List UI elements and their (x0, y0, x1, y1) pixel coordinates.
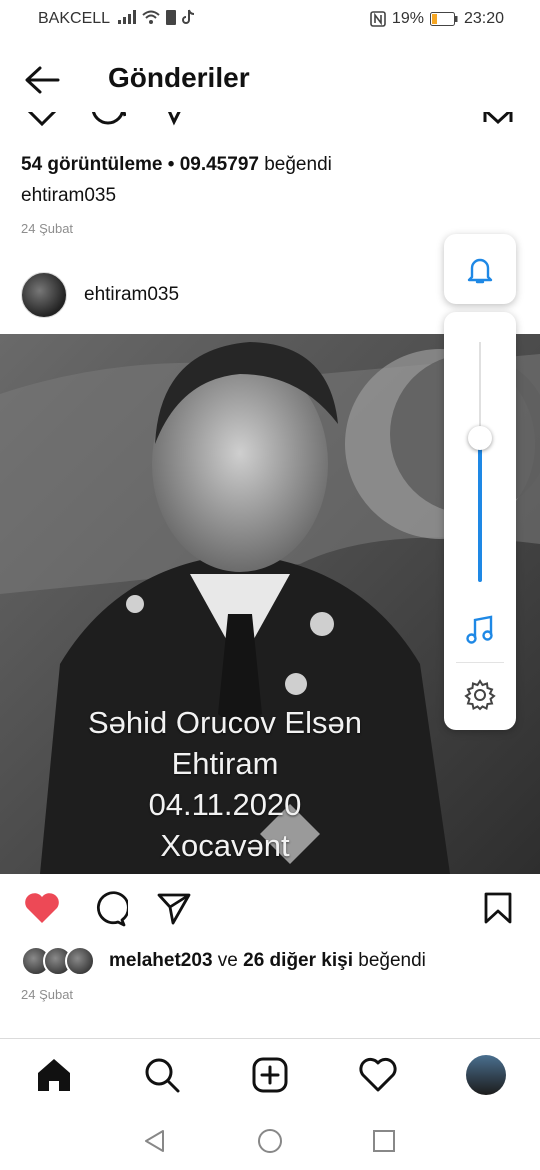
post-actions (0, 886, 540, 932)
liked-by-user[interactable]: melahet203 (109, 950, 213, 972)
liked-by-connector: ve (212, 950, 244, 971)
carrier-label: BAKCELL (38, 10, 111, 27)
liked-by-suffix: beğendi (352, 950, 426, 971)
liker-avatar-3 (65, 946, 95, 976)
top-header: Gönderiler (0, 52, 540, 108)
battery-icon (429, 12, 458, 26)
likes-count[interactable]: 09.45797 (180, 154, 259, 175)
activity-heart-icon[interactable] (358, 1055, 398, 1095)
nfc-icon (370, 11, 386, 27)
previous-post-caption-user[interactable]: ehtiram035 (21, 185, 116, 207)
new-post-icon[interactable] (250, 1055, 290, 1095)
heart-icon[interactable] (24, 112, 60, 134)
recents-square-icon[interactable] (372, 1129, 396, 1153)
avatar[interactable] (21, 272, 67, 318)
heart-filled-icon[interactable] (23, 890, 61, 926)
sim-alert-icon (166, 10, 176, 25)
tiktok-icon (182, 9, 195, 24)
clock: 23:20 (463, 10, 504, 27)
status-icons-right: 19% 23:20 (370, 10, 504, 28)
views-separator: • (162, 154, 180, 175)
previous-post-actions (0, 112, 540, 136)
share-icon[interactable] (164, 112, 188, 130)
likes-suffix: beğendi (258, 154, 332, 175)
comment-icon[interactable] (90, 890, 128, 928)
home-circle-icon[interactable] (257, 1128, 283, 1154)
previous-post-date: 24 Şubat (21, 221, 74, 236)
image-text-line2: Ehtiram (171, 746, 279, 781)
share-send-icon[interactable] (156, 892, 192, 926)
comment-icon[interactable] (90, 112, 126, 132)
bottom-nav (0, 1038, 540, 1115)
volume-panel (444, 312, 516, 730)
profile-avatar[interactable] (466, 1055, 506, 1095)
status-icons-left (118, 9, 196, 25)
views-count: 54 görüntüleme (21, 154, 163, 175)
bookmark-icon[interactable] (482, 891, 514, 925)
bookmark-icon[interactable] (482, 112, 514, 132)
ringer-mode-button[interactable] (444, 234, 516, 304)
image-text-line3: 04.11.2020 (148, 787, 302, 822)
music-note-icon[interactable] (465, 614, 495, 646)
back-arrow-icon[interactable] (22, 64, 62, 96)
image-text-line1: Səhid Orucov Elsən (88, 705, 362, 740)
page-title: Gönderiler (108, 62, 250, 93)
post-username[interactable]: ehtiram035 (84, 284, 179, 306)
bell-icon (467, 258, 493, 284)
system-nav-bar (0, 1114, 540, 1170)
image-text-line4: Xocavənt (160, 828, 290, 863)
home-icon[interactable] (34, 1055, 74, 1095)
volume-panel-divider (456, 662, 504, 663)
liked-by-others[interactable]: 26 diğer kişi (243, 950, 353, 972)
battery-percent: 19% (391, 10, 424, 27)
previous-post-views: 54 görüntüleme • 09.45797 beğendi (21, 154, 332, 176)
back-triangle-icon[interactable] (142, 1128, 168, 1154)
search-icon[interactable] (142, 1055, 182, 1095)
wifi-icon (142, 10, 160, 24)
settings-gear-icon[interactable] (464, 679, 496, 711)
volume-track-fill (478, 438, 482, 582)
volume-slider-thumb[interactable] (468, 426, 492, 450)
signal-icon (118, 10, 136, 24)
status-bar: BAKCELL 19% 23:20 (0, 0, 540, 38)
post-date: 24 Şubat (21, 987, 74, 1002)
post-header: ehtiram035 (21, 272, 179, 318)
liked-by-row: melahet203 ve 26 diğer kişi beğendi (21, 946, 426, 976)
